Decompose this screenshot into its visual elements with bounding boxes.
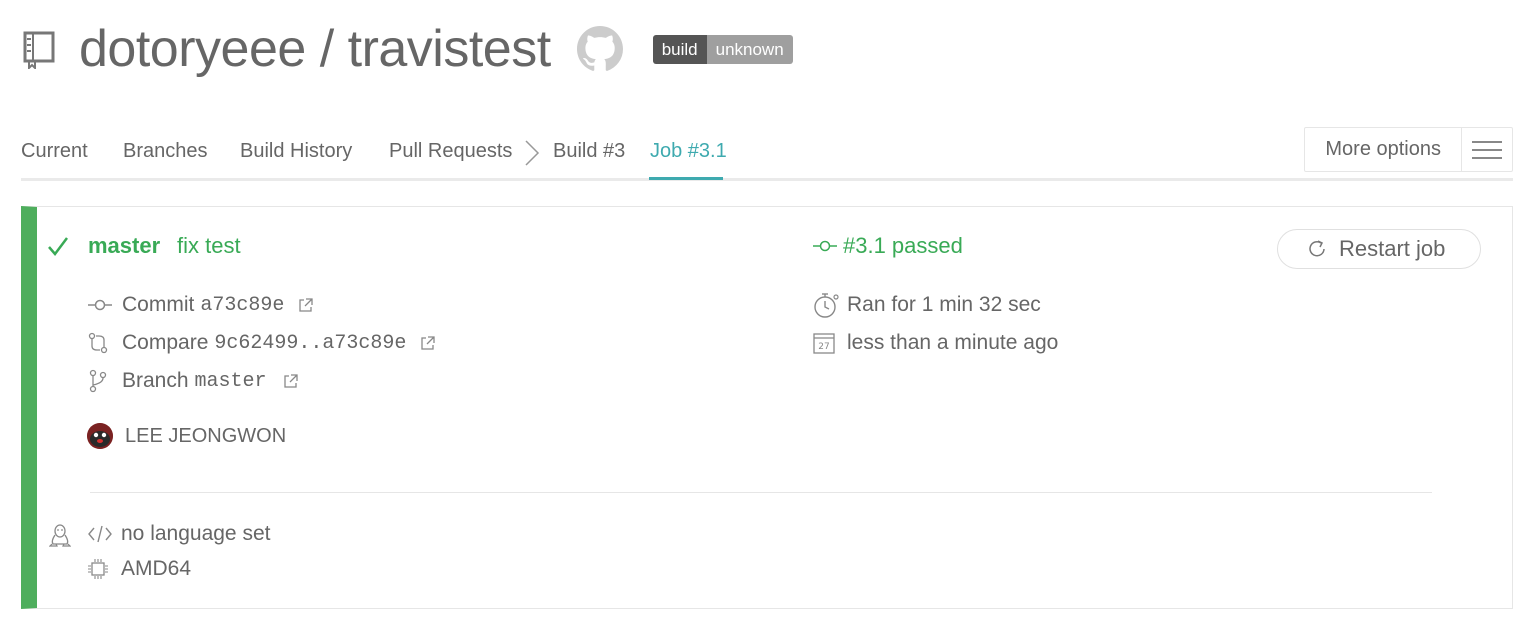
branch-row: Branch master — [88, 369, 298, 393]
author-row: LEE JEONGWON — [87, 423, 286, 449]
commit-sha[interactable]: a73c89e — [200, 294, 284, 317]
branch-label: Branch — [122, 369, 189, 392]
repo-icon — [22, 29, 56, 69]
duration-text: Ran for 1 min 32 sec — [847, 293, 1041, 316]
tab-current[interactable]: Current — [21, 140, 88, 163]
more-options-menu[interactable]: More options — [1304, 127, 1513, 172]
external-link-icon[interactable] — [283, 373, 298, 389]
author-name: LEE JEONGWON — [125, 424, 287, 447]
restart-icon — [1309, 240, 1325, 257]
github-icon[interactable] — [576, 26, 623, 72]
job-state: #3.1 passed — [813, 233, 963, 259]
badge-label: build — [652, 34, 707, 64]
external-link-icon[interactable] — [298, 297, 314, 313]
avatar[interactable] — [87, 423, 113, 449]
branch-name[interactable]: master — [88, 233, 160, 259]
badge-value: unknown — [706, 34, 793, 64]
external-link-icon[interactable] — [420, 335, 436, 351]
commit-label: Commit — [122, 293, 195, 316]
compare-range[interactable]: 9c62499..a73c89e — [214, 332, 406, 355]
active-tab-indicator — [649, 177, 723, 180]
tab-bar: Current Branches Build History Pull Requ… — [21, 127, 1513, 181]
cpu-icon — [87, 558, 115, 580]
job-state-text: #3.1 passed — [843, 233, 963, 258]
repo-title[interactable]: dotoryeee / travistest — [79, 19, 551, 79]
compare-row: Compare 9c62499..a73c89e — [88, 331, 436, 355]
divider — [90, 492, 1432, 493]
calendar-icon: 27 — [813, 332, 841, 354]
repo-header: dotoryeee / travistest build unknown — [22, 18, 793, 80]
job-summary-card: master fix test #3.1 passed Restart job … — [21, 206, 1513, 609]
compare-icon — [88, 332, 116, 354]
finished-text: less than a minute ago — [847, 331, 1059, 354]
branch-value[interactable]: master — [195, 370, 267, 393]
linux-icon — [48, 523, 72, 552]
arch-row: AMD64 — [87, 557, 191, 581]
check-icon — [47, 235, 69, 262]
tab-branches[interactable]: Branches — [123, 140, 208, 163]
compare-label: Compare — [122, 331, 209, 354]
tab-pull-requests[interactable]: Pull Requests — [389, 140, 512, 163]
duration-row: Ran for 1 min 32 sec — [813, 291, 1041, 319]
build-status-badge[interactable]: build unknown — [652, 34, 793, 64]
branch-icon — [88, 369, 116, 393]
more-options-button[interactable]: More options — [1305, 128, 1462, 171]
code-icon — [87, 524, 115, 544]
tab-build[interactable]: Build #3 — [553, 140, 625, 163]
finished-row: 27 less than a minute ago — [813, 331, 1058, 355]
commit-message: fix test — [177, 233, 241, 258]
tab-build-history[interactable]: Build History — [240, 140, 352, 163]
restart-job-label: Restart job — [1339, 236, 1446, 261]
commit-node-icon — [813, 240, 837, 252]
arch-text: AMD64 — [121, 557, 192, 580]
commit-row: Commit a73c89e — [88, 293, 314, 317]
language-row: no language set — [87, 522, 270, 546]
chevron-right-icon — [524, 140, 540, 171]
hamburger-menu-icon[interactable] — [1462, 128, 1512, 171]
stopwatch-icon — [813, 291, 841, 319]
language-text: no language set — [121, 522, 271, 545]
commit-icon — [88, 298, 116, 312]
restart-job-button[interactable]: Restart job — [1277, 229, 1481, 269]
tab-job[interactable]: Job #3.1 — [650, 140, 727, 163]
calendar-day: 27 — [818, 342, 829, 352]
